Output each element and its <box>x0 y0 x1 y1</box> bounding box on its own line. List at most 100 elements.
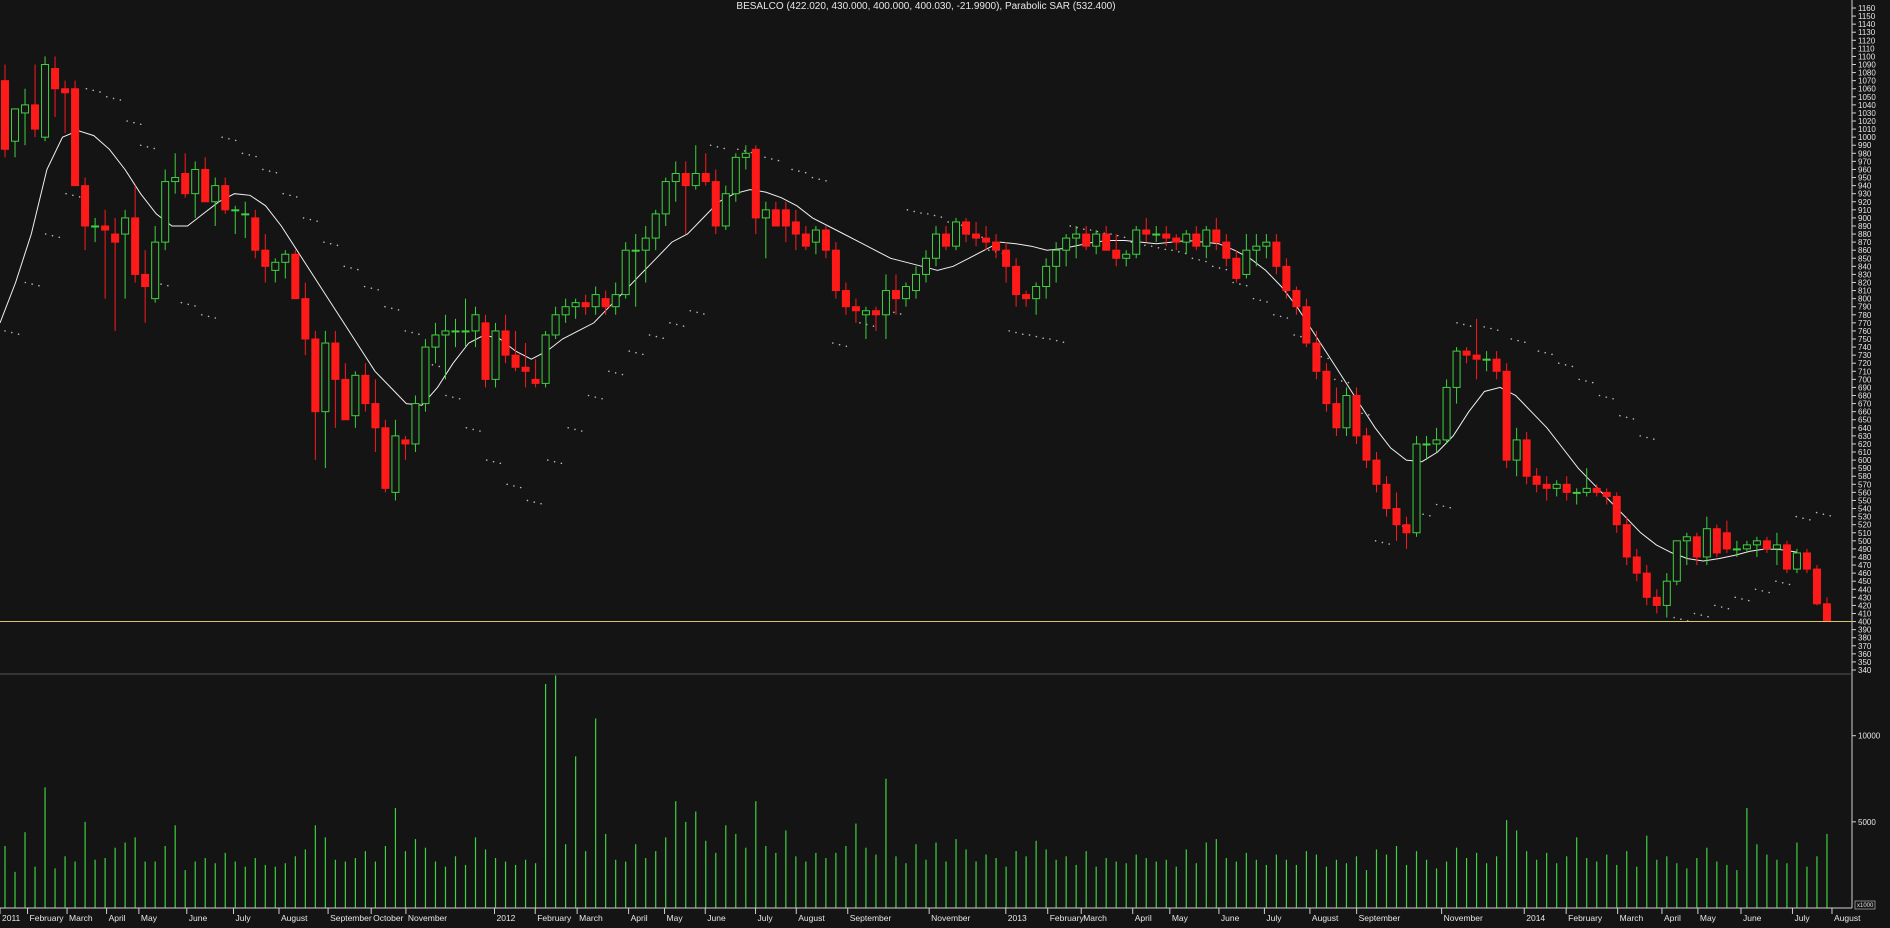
sar-dot <box>614 372 617 374</box>
sar-dot <box>1252 297 1255 300</box>
sar-dot <box>119 99 122 101</box>
candle-body <box>691 173 700 187</box>
candle-body <box>361 374 370 405</box>
sar-dot <box>431 364 434 366</box>
sar-dot <box>1347 381 1350 384</box>
candle-body <box>1212 229 1221 243</box>
candle-body <box>71 88 80 187</box>
price-tick-label: 390 <box>1858 626 1872 635</box>
moving-average-group <box>0 130 1797 562</box>
candle-body <box>952 221 961 247</box>
sar-dot <box>662 337 664 339</box>
sar-dot <box>533 501 536 503</box>
candle-body <box>1432 439 1441 445</box>
candle-body <box>681 173 690 187</box>
sar-dot <box>1483 326 1485 328</box>
candle-body <box>541 334 550 384</box>
sar-dot <box>1775 580 1777 582</box>
price-tick-label: 650 <box>1858 416 1872 425</box>
sar-dot <box>777 159 780 162</box>
price-tick-label: 930 <box>1858 190 1872 199</box>
sar-dot <box>1517 339 1519 342</box>
sar-dot <box>621 373 624 376</box>
candle-body <box>1072 233 1081 239</box>
sar-dot <box>1456 322 1458 324</box>
price-tick-label: 570 <box>1858 480 1872 489</box>
time-tick-label: June <box>1221 913 1240 923</box>
sar-dot <box>336 244 339 247</box>
candle-body <box>1712 528 1721 554</box>
sar-dot <box>377 288 379 291</box>
price-tick-label: 830 <box>1858 270 1872 279</box>
candle-body <box>251 217 260 251</box>
volume-group: 5000 10000 x1000 <box>4 675 1881 910</box>
sar-dot <box>825 179 827 182</box>
sar-dot <box>1700 614 1703 616</box>
price-tick-label: 370 <box>1858 642 1872 651</box>
candle-body <box>621 249 630 296</box>
candle-body <box>891 290 900 300</box>
sar-dot <box>384 305 386 308</box>
sar-dot <box>207 315 210 318</box>
time-tick-label: March <box>1083 913 1107 923</box>
price-tick-label: 980 <box>1858 149 1872 158</box>
candle-body <box>51 68 60 90</box>
candle-body <box>1362 435 1371 461</box>
candle-body <box>1262 241 1271 247</box>
sar-dot <box>1490 327 1492 330</box>
sar-dot <box>1211 265 1214 268</box>
sar-dot <box>1788 583 1791 586</box>
candle-body <box>581 302 590 308</box>
candle-body <box>1312 342 1321 372</box>
candle-body <box>1572 491 1581 494</box>
sar-dot <box>316 220 318 222</box>
sar-dot <box>160 283 162 285</box>
candle-body <box>1322 370 1331 405</box>
sar-dot <box>1524 341 1526 344</box>
price-tick-label: 430 <box>1858 593 1872 602</box>
sar-dot <box>1673 616 1675 619</box>
time-axis-group: 2011 February March April May June July August S… <box>0 907 1861 923</box>
sar-dot <box>1286 317 1289 319</box>
sar-dot <box>418 333 420 335</box>
sar-dot <box>608 370 610 373</box>
candle-body <box>201 168 210 203</box>
time-tick-label: September <box>330 913 372 923</box>
candles-group <box>1 56 1831 623</box>
candle-body <box>21 104 30 114</box>
sar-dot <box>574 428 576 431</box>
sar-dot <box>1374 540 1377 542</box>
sar-dot <box>913 210 916 213</box>
sar-dot <box>635 351 637 354</box>
candle-body <box>511 354 520 368</box>
candle-body <box>441 330 450 336</box>
price-tick-label: 600 <box>1858 456 1872 465</box>
candle-body <box>901 286 910 300</box>
sar-dot <box>1218 267 1221 269</box>
sar-dot <box>1768 591 1770 594</box>
sar-dot <box>370 287 373 289</box>
time-tick-label: July <box>1266 913 1282 923</box>
time-tick-label: June <box>707 913 726 923</box>
candle-body <box>271 261 280 271</box>
price-tick-label: 880 <box>1858 230 1872 239</box>
candle-body <box>1142 229 1151 235</box>
candle-body <box>351 374 360 417</box>
candle-body <box>421 346 430 405</box>
candle-body <box>591 294 600 308</box>
candle-body <box>1422 443 1431 446</box>
candle-body <box>321 342 330 413</box>
time-tick-label: February <box>1050 913 1085 923</box>
candle-body <box>1042 265 1051 288</box>
candle-body <box>1352 395 1361 437</box>
time-tick-label: May <box>1700 913 1717 923</box>
price-tick-label: 380 <box>1858 634 1872 643</box>
sar-dot <box>214 317 217 319</box>
sar-dot <box>323 241 325 243</box>
sar-dot <box>187 303 190 306</box>
sar-dot <box>1042 337 1044 339</box>
candle-body <box>1652 596 1661 606</box>
sar-dot <box>411 331 413 334</box>
time-tick-label: September <box>850 913 892 923</box>
sar-dot <box>452 396 454 398</box>
